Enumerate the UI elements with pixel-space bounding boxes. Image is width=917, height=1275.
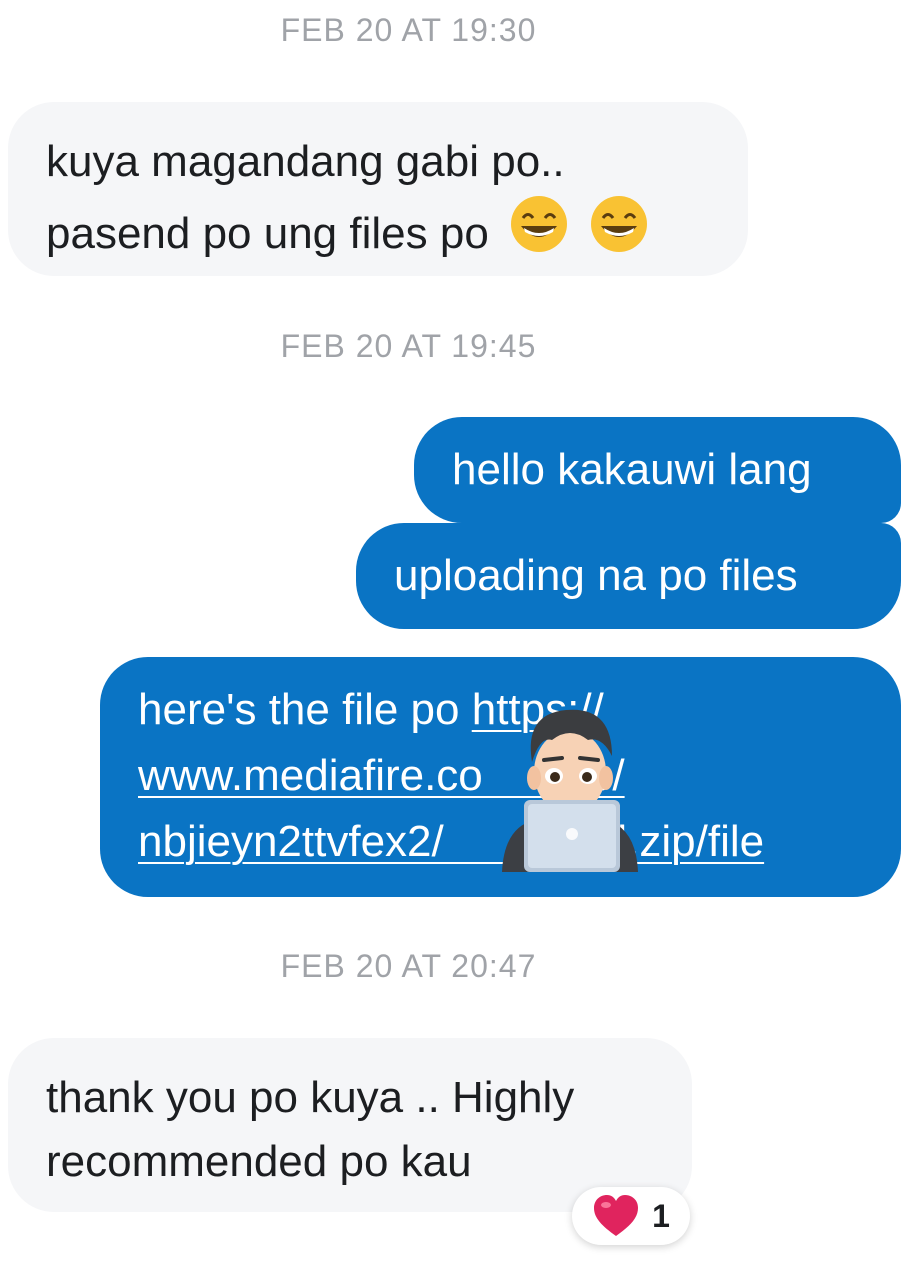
grinning-face-icon — [511, 196, 568, 252]
message-text-line: thank you po kuya .. Highly — [46, 1073, 575, 1122]
memoji-with-laptop-icon — [502, 709, 638, 872]
timestamp-1: FEB 20 AT 19:30 — [280, 12, 537, 48]
message-text-line: recommended po kau — [46, 1137, 472, 1186]
timestamp-3: FEB 20 AT 20:47 — [280, 948, 537, 984]
reaction-badge[interactable]: 1 — [572, 1187, 690, 1245]
message-incoming-1[interactable]: kuya magandang gabi po.. pasend po ung f… — [8, 102, 748, 276]
message-text: hello kakauwi lang — [452, 445, 812, 494]
mediafire-link-line[interactable]: nbjieyn2ttvfex2/ ed.zip/file — [138, 817, 764, 866]
message-text: uploading na po files — [394, 551, 798, 600]
message-text-line: kuya magandang gabi po.. — [46, 137, 565, 186]
message-outgoing-1[interactable]: hello kakauwi lang — [414, 417, 901, 523]
message-text-line: pasend po ung files po — [46, 194, 748, 266]
message-text: pasend po ung files po — [46, 209, 489, 258]
reaction-count: 1 — [652, 1197, 670, 1234]
message-outgoing-2[interactable]: uploading na po files — [356, 523, 901, 629]
timestamp-2: FEB 20 AT 19:45 — [280, 328, 537, 364]
message-incoming-2[interactable]: thank you po kuya .. Highly recommended … — [8, 1038, 692, 1212]
message-text: here's the file po — [138, 685, 472, 734]
grinning-face-icon — [591, 196, 648, 252]
heart-icon — [594, 1195, 639, 1236]
